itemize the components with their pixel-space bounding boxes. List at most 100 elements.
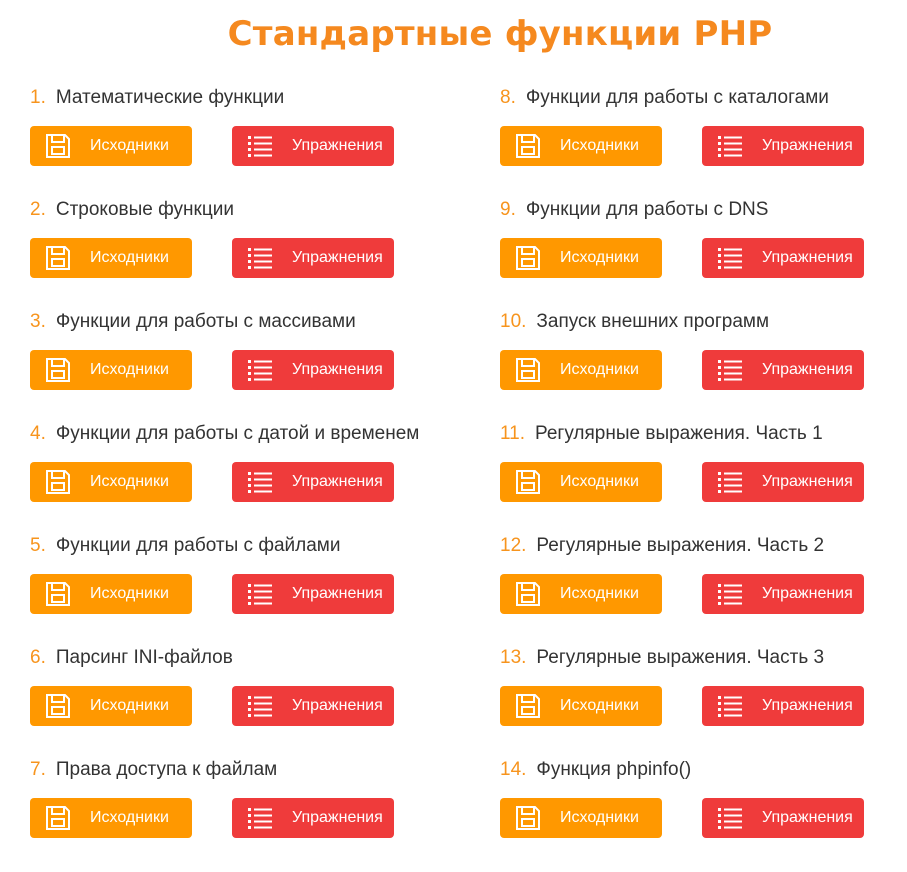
lesson-title-text: Функции для работы с массивами (55, 311, 356, 332)
sources-button-label: Исходники (90, 137, 169, 154)
lesson-title[interactable]: 2. Строковые функции (30, 198, 234, 222)
list-icon (710, 805, 750, 831)
lesson-item: 12. Регулярные выражения. Часть 2 Исходни… (500, 534, 907, 646)
lesson-title[interactable]: 1. Математические функции (30, 86, 284, 110)
lessons-column-right: 8. Функции для работы с каталогами Исходн… (500, 86, 907, 870)
lesson-title[interactable]: 9. Функции для работы с DNS (500, 198, 768, 222)
list-icon (240, 133, 280, 159)
lesson-title-text: Регулярные выражения. Часть 3 (536, 647, 825, 668)
exercises-button-label: Упражнения (292, 697, 383, 714)
sources-button[interactable]: Исходники (30, 126, 192, 166)
lesson-title-text: Функции для работы с файлами (55, 535, 341, 556)
list-icon (240, 805, 280, 831)
lesson-item: 5. Функции для работы с файлами Исходники (30, 534, 470, 646)
sources-button[interactable]: Исходники (500, 126, 662, 166)
lesson-item: 10. Запуск внешних программ Исходники Уп… (500, 310, 907, 422)
floppy-disk-icon (38, 692, 78, 720)
lesson-item: 7. Права доступа к файлам Исходники Упра… (30, 758, 470, 870)
sources-button-label: Исходники (90, 249, 169, 266)
exercises-button-label: Упражнения (292, 249, 383, 266)
sources-button-label: Исходники (560, 585, 639, 602)
sources-button-label: Исходники (90, 809, 169, 826)
sources-button-label: Исходники (560, 809, 639, 826)
exercises-button[interactable]: Упражнения (232, 462, 394, 502)
sources-button[interactable]: Исходники (500, 574, 662, 614)
lesson-title[interactable]: 12. Регулярные выражения. Часть 2 (500, 534, 824, 558)
floppy-disk-icon (508, 580, 548, 608)
exercises-button-label: Упражнения (762, 137, 853, 154)
floppy-disk-icon (38, 468, 78, 496)
list-icon (240, 581, 280, 607)
exercises-button[interactable]: Упражнения (702, 350, 864, 390)
list-icon (710, 357, 750, 383)
lesson-title[interactable]: 13. Регулярные выражения. Часть 3 (500, 646, 824, 670)
sources-button[interactable]: Исходники (500, 238, 662, 278)
lesson-title[interactable]: 11. Регулярные выражения. Часть 1 (500, 422, 823, 446)
lesson-title[interactable]: 7. Права доступа к файлам (30, 758, 277, 782)
lesson-number: 3. (30, 311, 46, 332)
exercises-button-label: Упражнения (292, 361, 383, 378)
lesson-title[interactable]: 14. Функция phpinfo() (500, 758, 691, 782)
lesson-title[interactable]: 3. Функции для работы с массивами (30, 310, 356, 334)
exercises-button-label: Упражнения (762, 473, 853, 490)
sources-button[interactable]: Исходники (30, 350, 192, 390)
lesson-item: 1. Математические функции Исходники Упра… (30, 86, 470, 198)
sources-button[interactable]: Исходники (30, 238, 192, 278)
lesson-number: 1. (30, 87, 46, 108)
lesson-number: 7. (30, 759, 46, 780)
lesson-item: 9. Функции для работы с DNS Исходники Уп… (500, 198, 907, 310)
exercises-button-label: Упражнения (762, 809, 853, 826)
floppy-disk-icon (508, 468, 548, 496)
floppy-disk-icon (38, 356, 78, 384)
lesson-number: 5. (30, 535, 46, 556)
floppy-disk-icon (38, 244, 78, 272)
sources-button[interactable]: Исходники (500, 350, 662, 390)
sources-button-label: Исходники (560, 137, 639, 154)
exercises-button[interactable]: Упражнения (232, 126, 394, 166)
list-icon (710, 693, 750, 719)
exercises-button-label: Упражнения (292, 473, 383, 490)
lesson-number: 13. (500, 647, 527, 668)
lesson-item: 2. Строковые функции Исходники Упражнени… (30, 198, 470, 310)
exercises-button[interactable]: Упражнения (702, 462, 864, 502)
exercises-button[interactable]: Упражнения (702, 238, 864, 278)
sources-button[interactable]: Исходники (500, 686, 662, 726)
page-title: Стандартные функции PHP (227, 14, 773, 54)
exercises-button[interactable]: Упражнения (702, 126, 864, 166)
list-icon (710, 245, 750, 271)
lesson-title[interactable]: 6. Парсинг INI-файлов (30, 646, 233, 670)
lesson-number: 2. (30, 199, 46, 220)
exercises-button[interactable]: Упражнения (232, 686, 394, 726)
sources-button[interactable]: Исходники (500, 798, 662, 838)
exercises-button[interactable]: Упражнения (232, 574, 394, 614)
sources-button[interactable]: Исходники (500, 462, 662, 502)
list-icon (710, 469, 750, 495)
lesson-title[interactable]: 4. Функции для работы с датой и временем (30, 422, 419, 446)
exercises-button-label: Упражнения (292, 137, 383, 154)
floppy-disk-icon (38, 804, 78, 832)
lesson-title[interactable]: 5. Функции для работы с файлами (30, 534, 340, 558)
sources-button[interactable]: Исходники (30, 798, 192, 838)
sources-button[interactable]: Исходники (30, 574, 192, 614)
list-icon (710, 133, 750, 159)
exercises-button[interactable]: Упражнения (232, 350, 394, 390)
lesson-item: 8. Функции для работы с каталогами Исходн… (500, 86, 907, 198)
sources-button-label: Исходники (560, 697, 639, 714)
exercises-button[interactable]: Упражнения (702, 574, 864, 614)
exercises-button-label: Упражнения (292, 585, 383, 602)
lesson-number: 9. (500, 199, 516, 220)
lesson-title-text: Права доступа к файлам (55, 759, 278, 780)
exercises-button[interactable]: Упражнения (702, 686, 864, 726)
sources-button[interactable]: Исходники (30, 686, 192, 726)
exercises-button[interactable]: Упражнения (702, 798, 864, 838)
sources-button[interactable]: Исходники (30, 462, 192, 502)
lesson-title[interactable]: 10. Запуск внешних программ (500, 310, 769, 334)
list-icon (240, 693, 280, 719)
lesson-item: 14. Функция phpinfo() Исходники Упражнен… (500, 758, 907, 870)
exercises-button[interactable]: Упражнения (232, 238, 394, 278)
lessons-column-left: 1. Математические функции Исходники Упра… (30, 86, 470, 870)
exercises-button[interactable]: Упражнения (232, 798, 394, 838)
sources-button-label: Исходники (90, 585, 169, 602)
lesson-title[interactable]: 8. Функции для работы с каталогами (500, 86, 829, 110)
lesson-number: 14. (500, 759, 527, 780)
